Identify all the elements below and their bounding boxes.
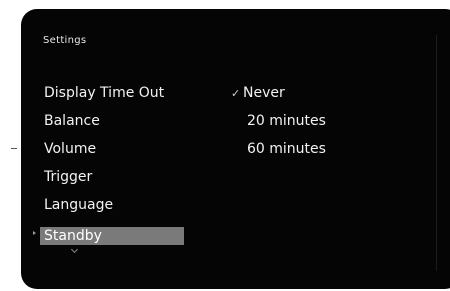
option-20-minutes[interactable]: 20 minutes: [247, 112, 326, 130]
menu-item-display-time-out[interactable]: Display Time Out: [44, 84, 164, 102]
selection-arrow-icon: [33, 231, 36, 235]
external-tick-mark: [11, 148, 17, 149]
screen-divider: [436, 35, 437, 271]
menu-item-volume[interactable]: Volume: [44, 140, 96, 158]
option-never[interactable]: ✓ Never: [231, 84, 285, 103]
menu-item-standby[interactable]: Standby: [40, 227, 184, 245]
check-icon: ✓: [231, 87, 241, 100]
page-title: Settings: [43, 35, 87, 46]
option-label: Never: [243, 85, 285, 101]
menu-item-trigger[interactable]: Trigger: [44, 168, 92, 186]
menu-item-balance[interactable]: Balance: [44, 112, 100, 130]
option-60-minutes[interactable]: 60 minutes: [247, 140, 326, 158]
menu-item-language[interactable]: Language: [44, 196, 113, 214]
